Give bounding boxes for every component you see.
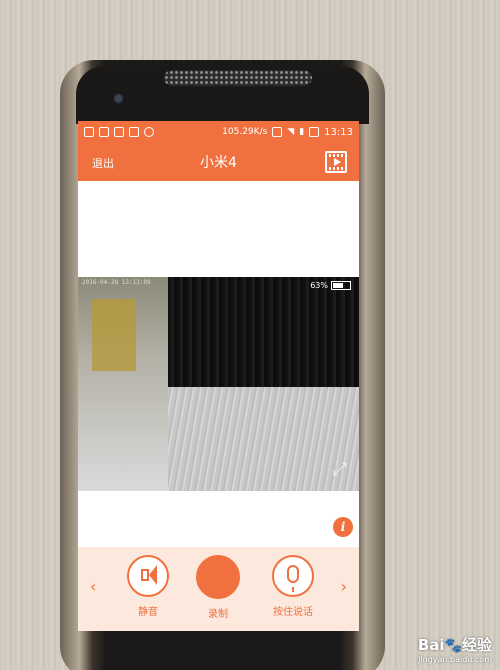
push-to-talk-button[interactable]: 按住说话 (258, 555, 328, 618)
camera-video-feed[interactable]: 2016-04-28 13:13:09 63% ⤢ (78, 277, 359, 491)
mute-label: 静音 (138, 607, 158, 618)
watermark-brand-suffix: 经验 (461, 636, 492, 654)
network-speed: 105.29K/s (222, 127, 268, 137)
phone-screen: 105.29K/s ◥ ▮ 13:13 退出 小米4 2016-04-28 13… (78, 121, 359, 631)
wechat-icon (144, 127, 154, 137)
app-header: 退出 小米4 (78, 143, 359, 181)
next-arrow-icon[interactable]: › (341, 577, 347, 596)
paw-icon: 🐾 (444, 638, 462, 654)
camera-battery-icon (331, 281, 351, 290)
speaker-icon (127, 555, 169, 597)
record-icon (196, 555, 240, 599)
camera-battery-indicator: 63% (310, 281, 351, 290)
baidu-watermark: Bai🐾经验 jingyan.baidu.com (418, 634, 492, 664)
video-left-scene (78, 277, 168, 491)
status-bar: 105.29K/s ◥ ▮ 13:13 (78, 121, 359, 143)
info-icon[interactable]: i (333, 517, 353, 537)
lock-icon (99, 127, 109, 137)
wifi-icon: ◥ (287, 127, 295, 137)
front-camera (112, 92, 125, 105)
camera-battery-fill (333, 283, 344, 288)
watermark-brand: Bai (417, 636, 445, 654)
microphone-icon (272, 555, 314, 597)
image-icon (129, 127, 139, 137)
upload-icon (114, 127, 124, 137)
fullscreen-icon[interactable]: ⤢ (329, 459, 351, 481)
talk-label: 按住说话 (273, 607, 313, 618)
record-label: 录制 (208, 609, 228, 620)
control-bar: ‹ 静音 录制 按住说话 › (78, 547, 359, 631)
signal-icon: ▮ (299, 127, 305, 137)
battery-icon (309, 127, 320, 137)
clock: 13:13 (324, 126, 353, 138)
record-button[interactable]: 录制 (183, 555, 253, 620)
video-timestamp: 2016-04-28 13:13:09 (82, 279, 151, 286)
video-record-icon[interactable] (325, 151, 347, 173)
watermark-site: jingyan.baidu.com (418, 655, 492, 664)
speaker-grille (164, 70, 312, 86)
mute-button[interactable]: 静音 (113, 555, 183, 618)
vibrate-icon (272, 127, 283, 137)
notification-icon (84, 127, 94, 137)
page-title: 小米4 (200, 155, 237, 171)
prev-arrow-icon[interactable]: ‹ (90, 577, 96, 596)
video-yellow-object (92, 299, 136, 371)
camera-battery-percent: 63% (310, 281, 328, 290)
video-dark-wall (168, 277, 359, 387)
